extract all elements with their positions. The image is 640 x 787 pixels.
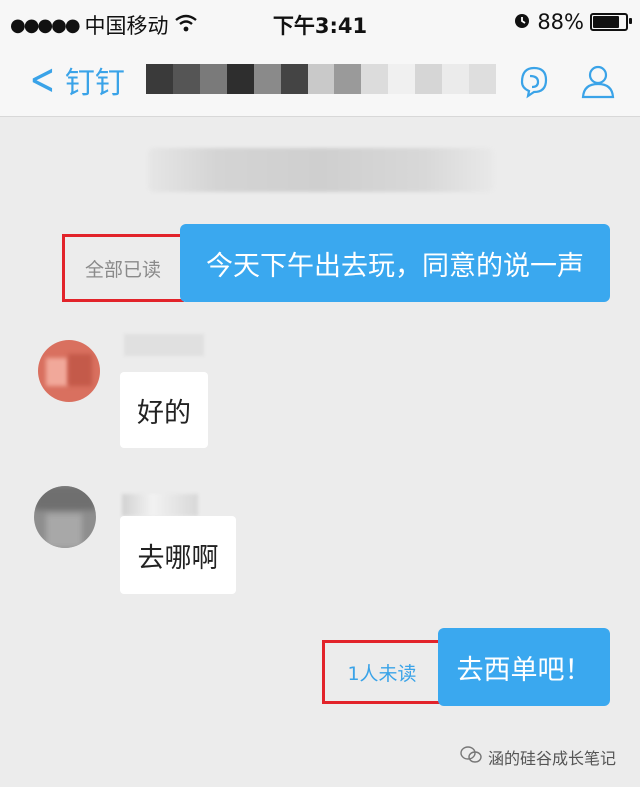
message-bubble-outgoing[interactable]: 去西单吧！ xyxy=(438,628,610,706)
message-text: 去西单吧！ xyxy=(456,654,592,686)
message-bubble-incoming[interactable]: 好的 xyxy=(120,372,208,448)
back-label: 钉钉 xyxy=(64,66,125,101)
person-icon[interactable] xyxy=(578,62,618,102)
read-status-highlight: 全部已读 xyxy=(62,234,184,302)
message-bubble-incoming[interactable]: 去哪啊 xyxy=(120,516,236,594)
unread-status-label[interactable]: 1人未读 xyxy=(347,659,416,686)
avatar[interactable] xyxy=(38,340,100,402)
sender-name-blurred xyxy=(122,494,198,516)
sender-name-blurred xyxy=(124,334,204,356)
battery-icon xyxy=(590,13,632,31)
nav-bar: < 钉钉 xyxy=(0,44,640,117)
system-message-blurred xyxy=(148,148,494,192)
avatar[interactable] xyxy=(34,486,96,548)
watermark-text: 涵的硅谷成长笔记 xyxy=(487,749,616,768)
status-bar: ●●●●● 中国移动 下午3:41 88% xyxy=(0,0,640,44)
ding-call-icon[interactable] xyxy=(512,62,552,102)
wechat-icon xyxy=(460,746,482,768)
chevron-left-icon: < xyxy=(29,54,56,105)
watermark: 涵的硅谷成长笔记 xyxy=(460,745,616,769)
alarm-icon xyxy=(513,10,531,34)
battery-percent: 88% xyxy=(537,10,584,34)
back-button[interactable]: < 钉钉 xyxy=(24,58,125,102)
chat-title-pixelated xyxy=(146,64,496,94)
unread-status-highlight: 1人未读 xyxy=(322,640,442,704)
message-text: 好的 xyxy=(137,397,191,429)
message-text: 去哪啊 xyxy=(137,542,219,574)
message-bubble-outgoing[interactable]: 今天下午出去玩，同意的说一声 xyxy=(180,224,610,302)
read-status-label: 全部已读 xyxy=(84,258,161,281)
status-right: 88% xyxy=(513,10,632,34)
message-text: 今天下午出去玩，同意的说一声 xyxy=(206,250,584,282)
